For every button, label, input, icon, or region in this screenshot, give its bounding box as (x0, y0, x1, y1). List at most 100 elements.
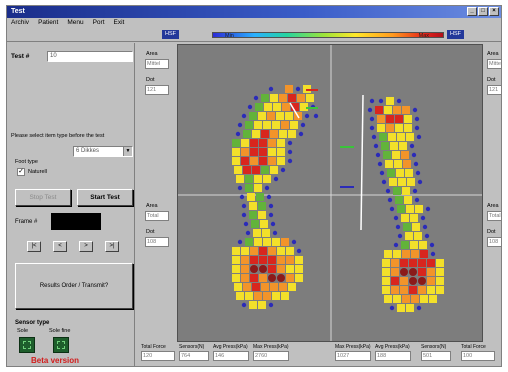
metric-value[interactable]: 2760 (253, 351, 289, 361)
left-foot-sensor-cell (290, 121, 298, 129)
naturell-checkbox[interactable]: ✓ (17, 168, 25, 176)
left-foot-sensor-cell (256, 193, 264, 201)
right-foot-sensor-cell (377, 124, 385, 132)
last-frame-button[interactable]: >| (105, 241, 119, 252)
instruction-text: Please select item type before the test (11, 133, 105, 139)
metric-value[interactable]: 146 (213, 351, 249, 361)
right-foot-sensor-cell (404, 196, 412, 204)
right-foot-sensor-cell (394, 160, 402, 168)
left-foot-sensor-cell (250, 148, 258, 156)
metric-value[interactable]: 120 (141, 351, 175, 361)
right-foot-sensor-cell (378, 98, 384, 104)
left-foot-sensor-cell (273, 176, 279, 182)
sensor-sole-icon[interactable] (19, 337, 35, 353)
foot-type-label: Foot type (15, 159, 38, 165)
right-foot-sensor-cell (414, 197, 420, 203)
left-dot2-field[interactable]: 108 (145, 237, 169, 247)
left-foot-sensor-cell (234, 166, 242, 174)
start-test-button[interactable]: Start Test (77, 189, 133, 206)
pressure-map-plot (177, 44, 483, 342)
right-dot2-field[interactable]: 108 (487, 237, 501, 247)
right-foot-sensor-cell (386, 124, 394, 132)
left-foot-sensor-cell (268, 302, 274, 308)
right-foot-sensor-cell (402, 295, 410, 303)
stop-test-button[interactable]: Stop Test (15, 189, 71, 206)
right-area-field[interactable]: Mittel (487, 59, 501, 69)
right-foot-metrics: Area Mittel Dot 121 Area Total Dot 108 (485, 43, 501, 343)
left-foot-sensor-cell (279, 94, 287, 102)
menu-item-exit[interactable]: Exit (114, 18, 125, 28)
right-foot-sensor-cell (377, 161, 383, 167)
metric-value[interactable]: 764 (179, 351, 209, 361)
right-foot-sensor-cell (384, 106, 392, 114)
left-foot-sensor-cell (261, 130, 269, 138)
right-axis-line (360, 94, 364, 231)
left-foot-sensor-cell (272, 121, 280, 129)
left-foot-sensor-cell (276, 112, 284, 120)
left-foot-sensor-cell (281, 238, 289, 246)
left-foot-sensor-cell (250, 274, 258, 282)
left-foot-sensor-cell (249, 301, 257, 309)
right-foot-sensor-cell (398, 178, 406, 186)
first-frame-button[interactable]: |< (27, 241, 41, 252)
right-foot-sensor-cell (429, 242, 435, 248)
right-foot-sensor-cell (401, 241, 409, 249)
right-foot-sensor-cell (409, 143, 415, 149)
chevron-down-icon[interactable]: ▼ (123, 147, 132, 156)
left-control-panel: Test # 10 Please select item type before… (7, 43, 135, 366)
menu-item-patient[interactable]: Patient (38, 18, 58, 28)
left-foot-sensor-cell (249, 202, 257, 210)
metric-label: Sensors(N) (421, 344, 447, 350)
right-foot-sensor-cell (382, 259, 390, 267)
metric-value[interactable]: 1027 (335, 351, 371, 361)
left-foot-sensor-cell (295, 265, 303, 273)
next-frame-button[interactable]: > (79, 241, 93, 252)
left-foot-sensor-cell (296, 248, 302, 254)
menu-item-archiv[interactable]: Archiv (11, 18, 29, 28)
right-foot-sensor-cell (406, 133, 414, 141)
left-foot-sensor-cell (245, 184, 253, 192)
left-area-field[interactable]: Mittel (145, 59, 169, 69)
right-foot-sensor-cell (420, 295, 428, 303)
right-dot-field[interactable]: 121 (487, 85, 501, 95)
close-button[interactable]: × (489, 7, 499, 16)
right-foot-sensor-cell (375, 152, 381, 158)
metric-value[interactable]: 100 (461, 351, 495, 361)
maximize-button[interactable]: □ (478, 7, 488, 16)
left-foot-sensor-cell (241, 139, 249, 147)
right-foot-sensor-cell (385, 188, 391, 194)
right-area2-field[interactable]: Total (487, 211, 501, 221)
left-foot-sensor-cell (259, 247, 267, 255)
left-foot-sensor-cell (313, 113, 319, 119)
pressure-colorbar: Min Max (212, 32, 444, 39)
right-foot-sensor-cell (401, 151, 409, 159)
right-area-label: Area (487, 51, 499, 57)
right-foot-sensor-cell (436, 259, 444, 267)
minimize-button[interactable]: _ (467, 7, 477, 16)
left-area2-field[interactable]: Total (145, 211, 169, 221)
scale-left-label[interactable]: HSF (162, 30, 179, 39)
left-foot-sensor-cell (268, 157, 276, 165)
item-type-select[interactable]: 6 Dikkes ▼ (73, 146, 133, 157)
right-foot-sensor-cell (381, 142, 389, 150)
left-foot-sensor-cell (277, 139, 285, 147)
left-foot-sensor-cell (300, 122, 306, 128)
right-foot-sensor-cell (430, 251, 436, 257)
right-foot-sensor-cell (400, 277, 408, 285)
left-foot-sensor-cell (277, 247, 285, 255)
results-transmit-button[interactable]: Results Order / Transmit? (15, 263, 133, 309)
scale-right-label[interactable]: HSF (447, 30, 464, 39)
right-foot-sensor-cell (393, 215, 399, 221)
test-number-field[interactable]: 10 (47, 51, 133, 62)
metric-value[interactable]: 188 (375, 351, 411, 361)
right-foot-sensor-cell (410, 241, 418, 249)
menu-item-menu[interactable]: Menu (67, 18, 83, 28)
left-dot-field[interactable]: 121 (145, 85, 169, 95)
metric-value[interactable]: 501 (421, 351, 451, 361)
left-foot-sensor-cell (254, 292, 262, 300)
sensor-sole-fine-icon[interactable] (53, 337, 69, 353)
previous-frame-button[interactable]: < (53, 241, 67, 252)
left-foot-sensor-cell (258, 112, 266, 120)
left-foot-sensor-cell (272, 230, 278, 236)
menu-item-port[interactable]: Port (93, 18, 105, 28)
